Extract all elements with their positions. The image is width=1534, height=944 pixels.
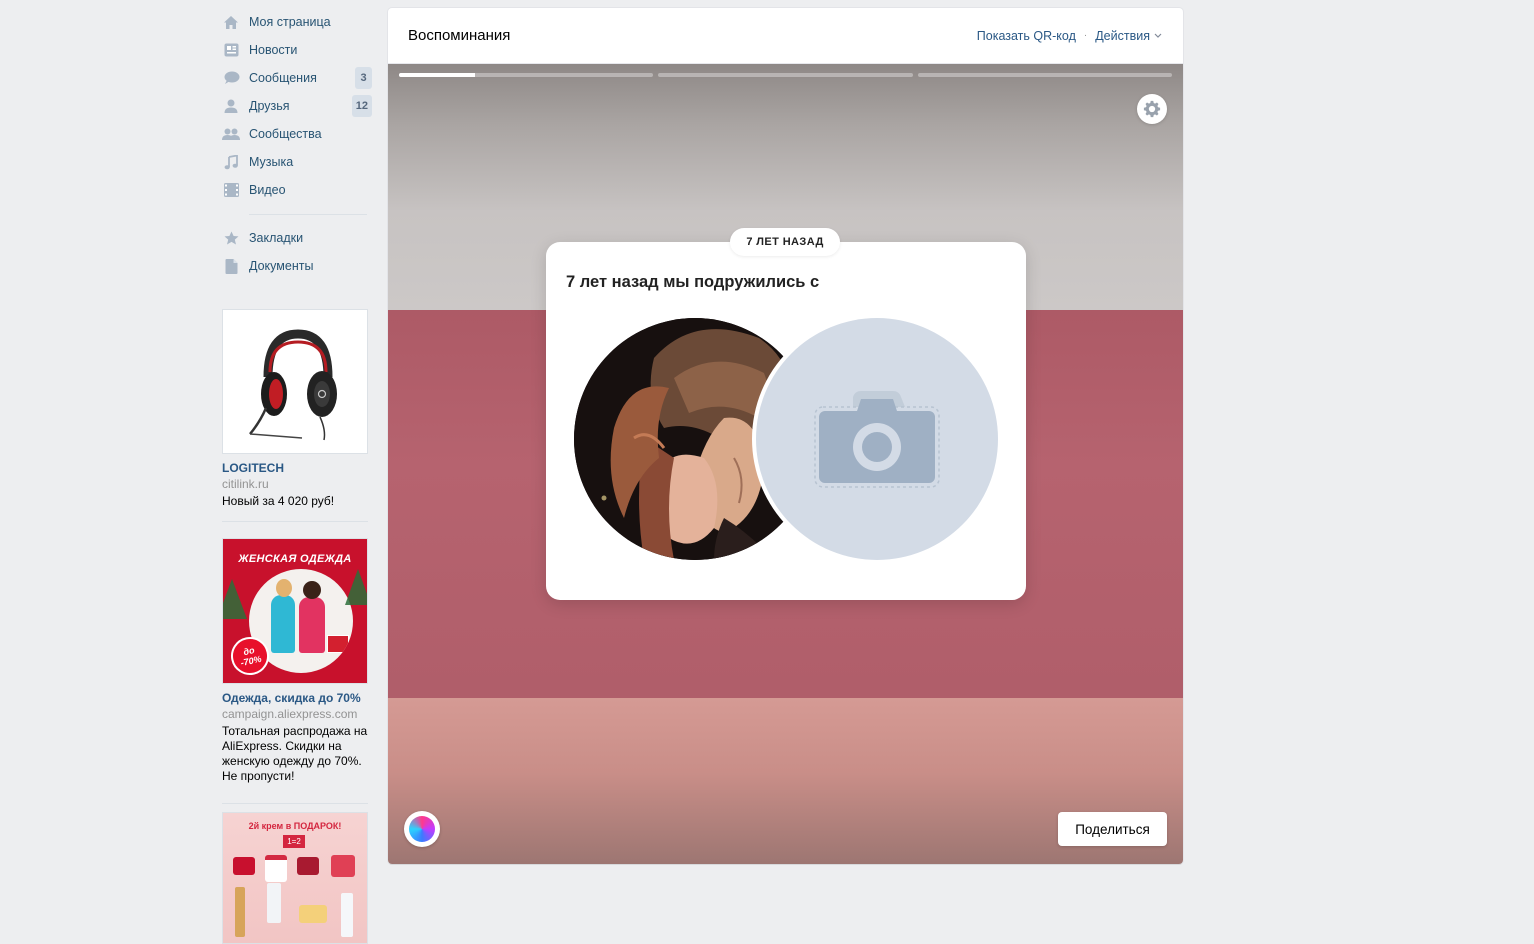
gear-icon <box>1143 100 1161 118</box>
nav-item-bookmarks[interactable]: Закладки <box>221 224 371 252</box>
ad-title[interactable]: LOGITECH <box>222 461 368 476</box>
music-icon <box>222 153 240 171</box>
story-progress-segment <box>658 73 913 77</box>
actions-label: Действия <box>1095 28 1150 43</box>
ad-cosmetic-jar <box>265 855 287 882</box>
ad-cosmetic-jar <box>331 855 355 877</box>
ad-banner-tree-decor <box>223 579 247 619</box>
story-progress-segment <box>917 73 1172 77</box>
camera-icon <box>814 391 940 488</box>
ad-banner-badge-bottom: -70% <box>239 653 263 668</box>
ad-cosmetic-jar <box>233 857 255 875</box>
friend-avatar-placeholder <box>756 318 998 560</box>
page-title: Воспоминания <box>408 27 511 44</box>
nav-label: Закладки <box>249 231 304 245</box>
ad-cosmetic-bottle <box>235 887 245 937</box>
memories-block: Воспоминания Показать QR-код · Действия … <box>388 8 1183 864</box>
chevron-down-icon <box>1154 33 1162 38</box>
ad-clothing-banner[interactable]: ЖЕНСКАЯ ОДЕЖДА до -70% <box>222 538 368 684</box>
ad-banner-title: ЖЕНСКАЯ ОДЕЖДА <box>238 553 352 565</box>
nav-label: Друзья <box>249 99 290 113</box>
document-icon <box>222 257 240 275</box>
home-icon <box>222 13 240 31</box>
ad-description: Новый за 4 020 руб! <box>222 494 335 508</box>
share-button[interactable]: Поделиться <box>1058 812 1167 846</box>
nav-label: Сообщения <box>249 71 317 85</box>
memories-header: Воспоминания Показать QR-код · Действия <box>388 8 1183 64</box>
nav-label: Документы <box>249 259 314 273</box>
news-icon <box>222 41 240 59</box>
story-progress <box>399 73 1172 77</box>
ad-headset-image[interactable] <box>222 309 368 454</box>
nav-item-video[interactable]: Видео <box>221 176 371 204</box>
story-settings-button[interactable] <box>1137 94 1167 124</box>
nav-label: Моя страница <box>249 15 331 29</box>
friends-icon <box>222 97 240 115</box>
story-progress-segment <box>399 73 654 77</box>
ad-divider <box>222 803 368 804</box>
nav-item-documents[interactable]: Документы <box>221 252 371 280</box>
years-ago-pill: 7 ЛЕТ НАЗАД <box>730 228 840 256</box>
memory-text: 7 лет назад мы подружились с <box>566 273 820 291</box>
nav-item-groups[interactable]: Сообщества <box>221 120 371 148</box>
nav-label: Видео <box>249 183 286 197</box>
messages-icon <box>222 69 240 87</box>
ad-cosmetic-jar <box>299 905 327 923</box>
nav-divider <box>249 214 367 215</box>
video-icon <box>222 181 240 199</box>
nav-item-news[interactable]: Новости <box>221 36 371 64</box>
nav-item-friends[interactable]: Друзья 12 <box>221 92 372 120</box>
left-sidebar: Моя страница Новости Сообщения 3 Друзья … <box>221 8 372 280</box>
nav-label: Новости <box>249 43 298 57</box>
ad-cosmetics[interactable]: 2й крем в ПОДАРОК! 1=2 <box>222 812 368 944</box>
ad-cosmetics-badge: 1=2 <box>283 835 305 848</box>
ad-cosmetic-tube <box>267 883 281 923</box>
friends-count-badge: 12 <box>351 95 372 117</box>
nav-item-music[interactable]: Музыка <box>221 148 371 176</box>
messages-count-badge: 3 <box>355 67 372 89</box>
memory-card: 7 ЛЕТ НАЗАД 7 лет назад мы подружились с <box>546 228 1026 600</box>
show-qr-link[interactable]: Показать QR-код <box>977 29 1076 43</box>
nav-label: Сообщества <box>249 127 322 141</box>
actions-dropdown[interactable]: Действия <box>1095 29 1162 43</box>
ad-cosmetic-jar <box>297 857 319 875</box>
ad-logitech[interactable]: LOGITECH citilink.ru Новый за 4 020 руб! <box>222 309 368 522</box>
ad-cosmetics-banner[interactable]: 2й крем в ПОДАРОК! 1=2 <box>222 812 368 944</box>
bookmark-star-icon <box>222 229 240 247</box>
ad-domain: campaign.aliexpress.com <box>222 707 358 721</box>
header-actions: Показать QR-код · Действия <box>977 8 1162 63</box>
friend-avatar[interactable] <box>752 314 1002 564</box>
color-palette-icon <box>409 816 435 842</box>
ad-description: Тотальная распродажа на AliExpress. Скид… <box>222 724 368 783</box>
background-color-button[interactable] <box>404 811 440 847</box>
ad-banner-tree-decor <box>345 569 367 605</box>
ad-cosmetics-banner-title: 2й крем в ПОДАРОК! <box>248 821 342 831</box>
story-progress-fill <box>399 73 476 77</box>
ad-divider <box>222 521 368 522</box>
nav-item-messages[interactable]: Сообщения 3 <box>221 64 372 92</box>
ad-title[interactable]: Одежда, скидка до 70% <box>222 691 368 706</box>
memory-story[interactable]: 7 ЛЕТ НАЗАД 7 лет назад мы подружились с <box>388 64 1183 864</box>
header-dot-separator: · <box>1083 30 1088 41</box>
nav-item-my-page[interactable]: Моя страница <box>221 8 371 36</box>
ad-domain: citilink.ru <box>222 477 269 491</box>
ad-cosmetic-tube <box>341 893 353 937</box>
ad-aliexpress[interactable]: ЖЕНСКАЯ ОДЕЖДА до -70% Одежда, скидка до… <box>222 538 368 804</box>
nav-label: Музыка <box>249 155 294 169</box>
groups-icon <box>222 125 240 143</box>
